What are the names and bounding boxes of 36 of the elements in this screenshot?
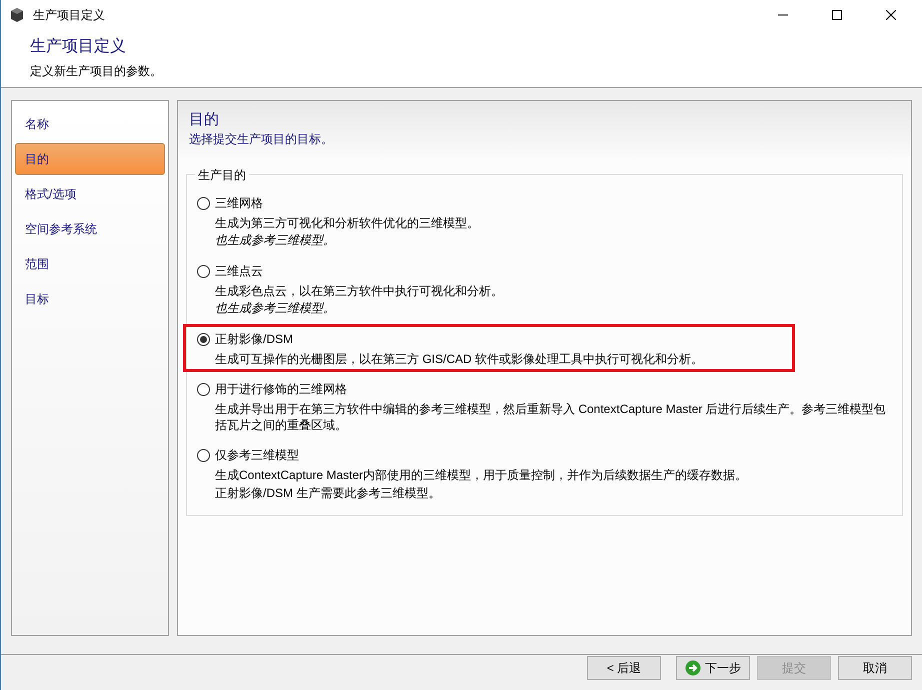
option-description: 生成可互操作的光栅图层，以在第三方 GIS/CAD 软件或影像处理工具中执行可视化和分析。 — [215, 351, 704, 367]
option-description: 正射影像/DSM 生产需要此参考三维模型。 — [215, 485, 442, 501]
section-description: 选择提交生产项目的目标。 — [189, 131, 334, 148]
radio-option[interactable]: 仅参考三维模型 — [197, 445, 299, 465]
radio-option[interactable]: 用于进行修饰的三维网格 — [197, 379, 347, 399]
sidebar-item[interactable]: 空间参考系统 — [15, 213, 165, 245]
dialog-description: 定义新生产项目的参数。 — [30, 63, 163, 80]
radio-button[interactable] — [197, 332, 210, 346]
back-button[interactable]: < 后退 — [587, 656, 661, 680]
radio-option[interactable]: 三维网格 — [197, 193, 263, 213]
dialog-button[interactable]: 取消 — [838, 656, 912, 680]
option-description: 生成彩色点云，以在第三方软件中执行可视化和分析。 — [215, 283, 504, 299]
next-button[interactable]: 下一步 — [676, 656, 750, 680]
radio-button[interactable] — [197, 264, 210, 278]
radio-button[interactable] — [197, 382, 210, 396]
arrow-circle-icon — [685, 660, 701, 676]
radio-option[interactable]: 三维点云 — [197, 261, 263, 281]
maximize-icon — [832, 10, 842, 20]
dialog-heading: 生产项目定义 — [30, 36, 127, 57]
sidebar-item[interactable]: 目标 — [15, 283, 165, 315]
option-description: 生成为第三方可视化和分析软件优化的三维模型。 — [215, 215, 480, 231]
option-note: 也生成参考三维模型。 — [215, 232, 336, 249]
radio-option[interactable]: 正射影像/DSM — [197, 329, 293, 349]
cube-icon — [9, 7, 25, 23]
option-description: 生成并导出用于在第三方软件中编辑的参考三维模型，然后重新导入 ContextCapture Master 后进行后续生产。参考三维模型包括瓦片之间的重叠区域。 — [215, 401, 886, 433]
radio-button[interactable] — [197, 196, 210, 210]
close-icon — [886, 10, 896, 20]
window-title: 生产项目定义 — [33, 7, 105, 24]
option-note: 也生成参考三维模型。 — [215, 300, 336, 317]
sidebar-item[interactable]: 目的 — [15, 143, 165, 175]
sidebar-item[interactable]: 名称 — [15, 108, 165, 140]
option-description: 生成ContextCapture Master内部使用的三维模型，用于质量控制，并作为后续数据生产的缓存数据。 — [215, 467, 748, 483]
sidebar-item[interactable]: 格式/选项 — [15, 178, 165, 210]
sidebar-item[interactable]: 范围 — [15, 248, 165, 280]
section-heading: 目的 — [189, 110, 220, 130]
radio-button[interactable] — [197, 448, 210, 462]
